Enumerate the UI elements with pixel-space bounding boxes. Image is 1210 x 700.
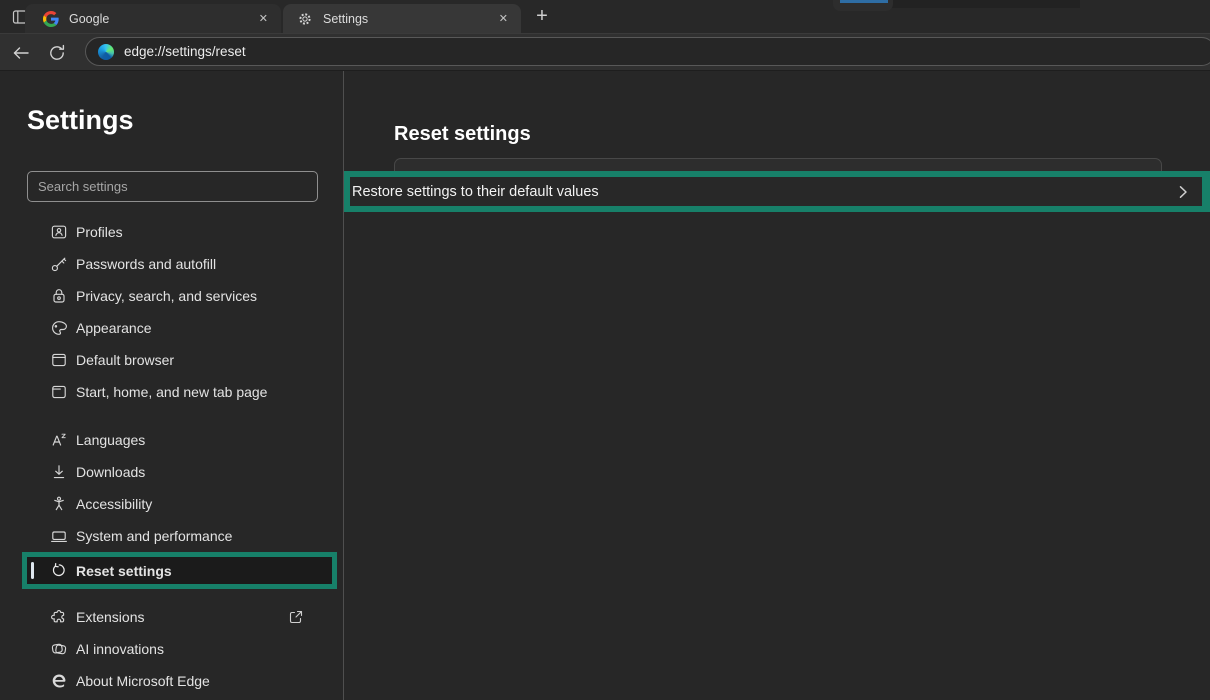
- external-link-icon: [288, 609, 304, 625]
- page-title: Reset settings: [394, 123, 531, 146]
- back-arrow-icon: [11, 43, 31, 63]
- sidebar-item-profiles[interactable]: Profiles: [26, 216, 333, 248]
- sidebar-group-divider: [0, 589, 343, 601]
- sidebar-item-label: About Microsoft Edge: [76, 673, 210, 689]
- tab-google[interactable]: Google ✕: [25, 4, 281, 33]
- sidebar-item-label: Languages: [76, 432, 145, 448]
- restore-settings-row[interactable]: Restore settings to their default values: [350, 177, 1202, 206]
- sidebar-item-label: Start, home, and new tab page: [76, 384, 267, 400]
- sidebar-item-start-home[interactable]: Start, home, and new tab page: [26, 376, 333, 408]
- profiles-icon: [50, 223, 68, 241]
- blue-accent-line: [840, 0, 888, 3]
- settings-main-pane: Reset settings Restore settings to their…: [344, 71, 1210, 700]
- ai-innovations-icon: [50, 640, 68, 658]
- sidebar-item-label: Passwords and autofill: [76, 256, 216, 272]
- laptop-icon: [50, 527, 68, 545]
- tab-strip: Google ✕ Settings ✕ +: [0, 0, 1210, 33]
- google-favicon-icon: [43, 11, 59, 27]
- sidebar-title: Settings: [27, 105, 134, 136]
- translate-icon: [50, 431, 68, 449]
- sidebar-item-label: Extensions: [76, 609, 144, 625]
- puzzle-icon: [50, 608, 68, 626]
- sidebar-group-divider: [0, 408, 343, 424]
- lock-icon: [50, 287, 68, 305]
- chevron-right-icon: [1174, 183, 1192, 201]
- refresh-icon: [47, 43, 67, 63]
- tab-settings-close-icon[interactable]: ✕: [499, 12, 508, 25]
- sidebar-item-ai-innovations[interactable]: AI innovations: [26, 633, 333, 665]
- sidebar-item-reset-settings[interactable]: Reset settings: [27, 557, 332, 584]
- sidebar-item-label: System and performance: [76, 528, 232, 544]
- sidebar-item-extensions[interactable]: Extensions: [26, 601, 333, 633]
- selected-indicator: [31, 562, 34, 579]
- sidebar-item-appearance[interactable]: Appearance: [26, 312, 333, 344]
- tab-settings-label: Settings: [323, 12, 368, 26]
- sidebar-item-passwords[interactable]: Passwords and autofill: [26, 248, 333, 280]
- refresh-button[interactable]: [47, 43, 67, 63]
- key-icon: [50, 255, 68, 273]
- sidebar-item-label: Privacy, search, and services: [76, 288, 257, 304]
- tab-google-label: Google: [69, 12, 109, 26]
- download-icon: [50, 463, 68, 481]
- window-icon: [50, 383, 68, 401]
- sidebar-item-system[interactable]: System and performance: [26, 520, 333, 552]
- sidebar-item-label: Accessibility: [76, 496, 152, 512]
- edge-browser-window: Google ✕ Settings ✕ +: [0, 0, 1210, 700]
- back-button[interactable]: [11, 43, 31, 63]
- new-tab-button[interactable]: +: [529, 2, 555, 30]
- tab-settings[interactable]: Settings ✕: [283, 4, 521, 33]
- sidebar-item-label: Profiles: [76, 224, 123, 240]
- sidebar-item-label: Downloads: [76, 464, 145, 480]
- highlight-box-restore-row: Restore settings to their default values: [344, 171, 1210, 212]
- browser-window-icon: [50, 351, 68, 369]
- settings-card-top-edge: [394, 158, 1162, 172]
- address-bar[interactable]: edge://settings/reset: [85, 37, 1210, 66]
- edge-logo-icon: [98, 44, 114, 60]
- settings-page: Settings Profiles: [0, 71, 1210, 700]
- sidebar-item-privacy[interactable]: Privacy, search, and services: [26, 280, 333, 312]
- tab-google-close-icon[interactable]: ✕: [259, 12, 268, 25]
- navigation-toolbar: edge://settings/reset: [0, 33, 1210, 71]
- gear-icon: [297, 11, 313, 27]
- sidebar-item-label: Appearance: [76, 320, 152, 336]
- reset-icon: [50, 562, 68, 580]
- sidebar-item-label: Reset settings: [76, 563, 172, 579]
- highlight-box-reset-settings: Reset settings: [22, 552, 337, 589]
- sidebar-item-accessibility[interactable]: Accessibility: [26, 488, 333, 520]
- accessibility-icon: [50, 495, 68, 513]
- sidebar-nav: Profiles Passwords and autofill: [0, 216, 343, 697]
- search-settings-input[interactable]: [27, 171, 318, 202]
- sidebar-item-default-browser[interactable]: Default browser: [26, 344, 333, 376]
- restore-settings-label: Restore settings to their default values: [352, 184, 599, 200]
- sidebar-item-languages[interactable]: Languages: [26, 424, 333, 456]
- sidebar-item-downloads[interactable]: Downloads: [26, 456, 333, 488]
- url-text: edge://settings/reset: [124, 44, 246, 59]
- sidebar-item-about[interactable]: About Microsoft Edge: [26, 665, 333, 697]
- sidebar-item-label: AI innovations: [76, 641, 164, 657]
- edge-icon: [50, 672, 68, 690]
- palette-icon: [50, 319, 68, 337]
- sidebar-item-label: Default browser: [76, 352, 174, 368]
- settings-sidebar: Settings Profiles: [0, 71, 344, 700]
